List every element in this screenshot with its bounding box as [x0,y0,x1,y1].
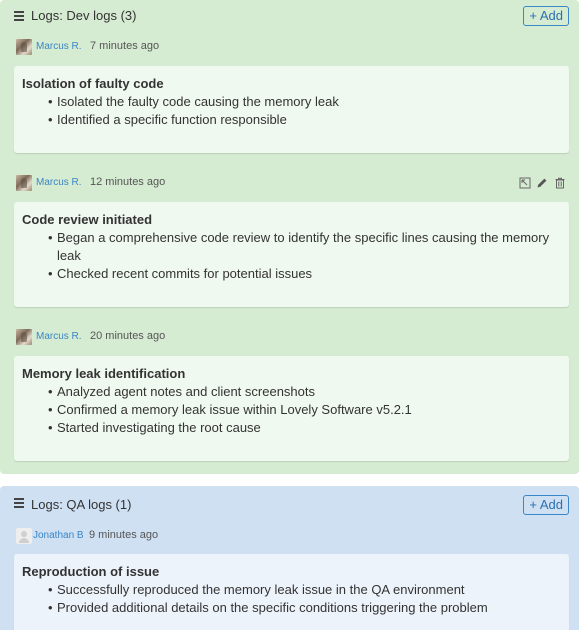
list-item: Identified a specific function responsib… [48,111,557,129]
qa-logs-title: Logs: QA logs (1) [31,497,132,512]
timestamp: 9 minutes ago [89,529,159,541]
log-entry-card: Isolation of faulty code Isolated the fa… [14,66,569,153]
expand-icon[interactable] [519,177,531,189]
list-item: Confirmed a memory leak issue within Lov… [48,401,557,419]
log-entry-meta: Marcus R. 12 minutes ago [16,175,565,193]
list-item: Analyzed agent notes and client screensh… [48,383,557,401]
list-item: Began a comprehensive code review to ide… [48,229,557,265]
list-item: Isolated the faulty code causing the mem… [48,93,557,111]
log-entry-title: Code review initiated [22,212,153,227]
dev-logs-title: Logs: Dev logs (3) [31,8,137,23]
timestamp: 20 minutes ago [90,330,166,342]
author-link[interactable]: Marcus R. [36,331,82,342]
avatar [16,329,32,345]
delete-trash-icon[interactable] [554,177,566,189]
avatar [16,39,32,55]
log-entry-title: Isolation of faulty code [22,76,164,91]
list-icon [14,498,24,508]
list-item: Started investigating the root cause [48,419,557,437]
log-entry-card: Code review initiated Began a comprehens… [14,202,569,307]
add-qa-log-button[interactable]: + Add [523,495,569,515]
log-entry-bullets: Isolated the faulty code causing the mem… [48,93,557,129]
log-entry-title: Reproduction of issue [22,564,160,579]
author-link[interactable]: Marcus R. [36,177,82,188]
avatar [16,175,32,191]
author-link[interactable]: Jonathan B [33,530,84,541]
log-entry-bullets: Analyzed agent notes and client screensh… [48,383,557,437]
avatar [16,528,32,544]
log-entry-bullets: Successfully reproduced the memory leak … [48,581,557,617]
log-entry-actions [519,175,565,191]
dev-logs-panel: Logs: Dev logs (3) + Add Marcus R. 7 min… [0,0,579,474]
author-link[interactable]: Marcus R. [36,41,82,52]
dev-logs-header: Logs: Dev logs (3) + Add [0,0,579,32]
qa-logs-header: Logs: QA logs (1) + Add [0,486,579,518]
edit-pencil-icon[interactable] [536,177,548,189]
list-item: Successfully reproduced the memory leak … [48,581,557,599]
list-item: Checked recent commits for potential iss… [48,265,557,283]
timestamp: 7 minutes ago [90,40,160,52]
log-entry-title: Memory leak identification [22,366,186,381]
log-entry-bullets: Began a comprehensive code review to ide… [48,229,557,283]
add-dev-log-button[interactable]: + Add [523,6,569,26]
log-entry-card: Memory leak identification Analyzed agen… [14,356,569,461]
qa-logs-panel: Logs: QA logs (1) + Add Jonathan B 9 min… [0,486,579,630]
list-item: Provided additional details on the speci… [48,599,557,617]
list-icon [14,11,24,21]
timestamp: 12 minutes ago [90,176,166,188]
log-entry-meta: Jonathan B 9 minutes ago [16,528,565,546]
log-entry-meta: Marcus R. 20 minutes ago [16,329,565,347]
log-entry-meta: Marcus R. 7 minutes ago [16,39,565,57]
log-entry-card: Reproduction of issue Successfully repro… [14,554,569,630]
